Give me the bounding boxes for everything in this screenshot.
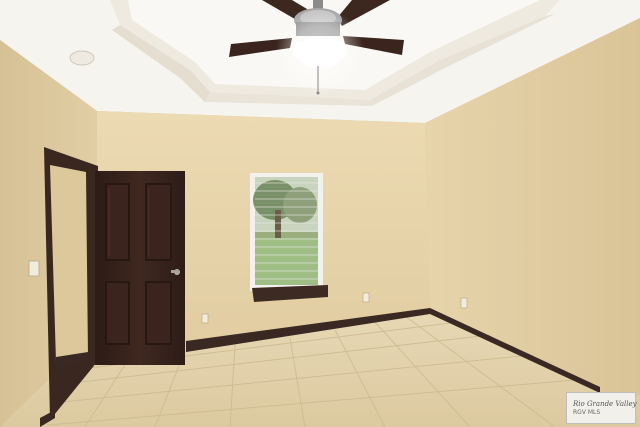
door (95, 171, 185, 365)
light-switch (28, 260, 40, 277)
wall-outlet (460, 297, 468, 309)
smoke-detector (69, 50, 95, 66)
room-photo: Rio Grande Valley RGV MLS (0, 0, 640, 427)
wall-outlet (362, 292, 370, 303)
watermark-line-1: Rio Grande Valley (573, 399, 637, 408)
window (250, 173, 328, 302)
wall-outlet (201, 313, 209, 324)
room-scene (0, 0, 640, 427)
watermark-text: Rio Grande Valley RGV MLS (573, 399, 637, 416)
watermark-line-2: RGV MLS (573, 408, 601, 416)
watermark-logo: Rio Grande Valley RGV MLS (566, 392, 637, 424)
